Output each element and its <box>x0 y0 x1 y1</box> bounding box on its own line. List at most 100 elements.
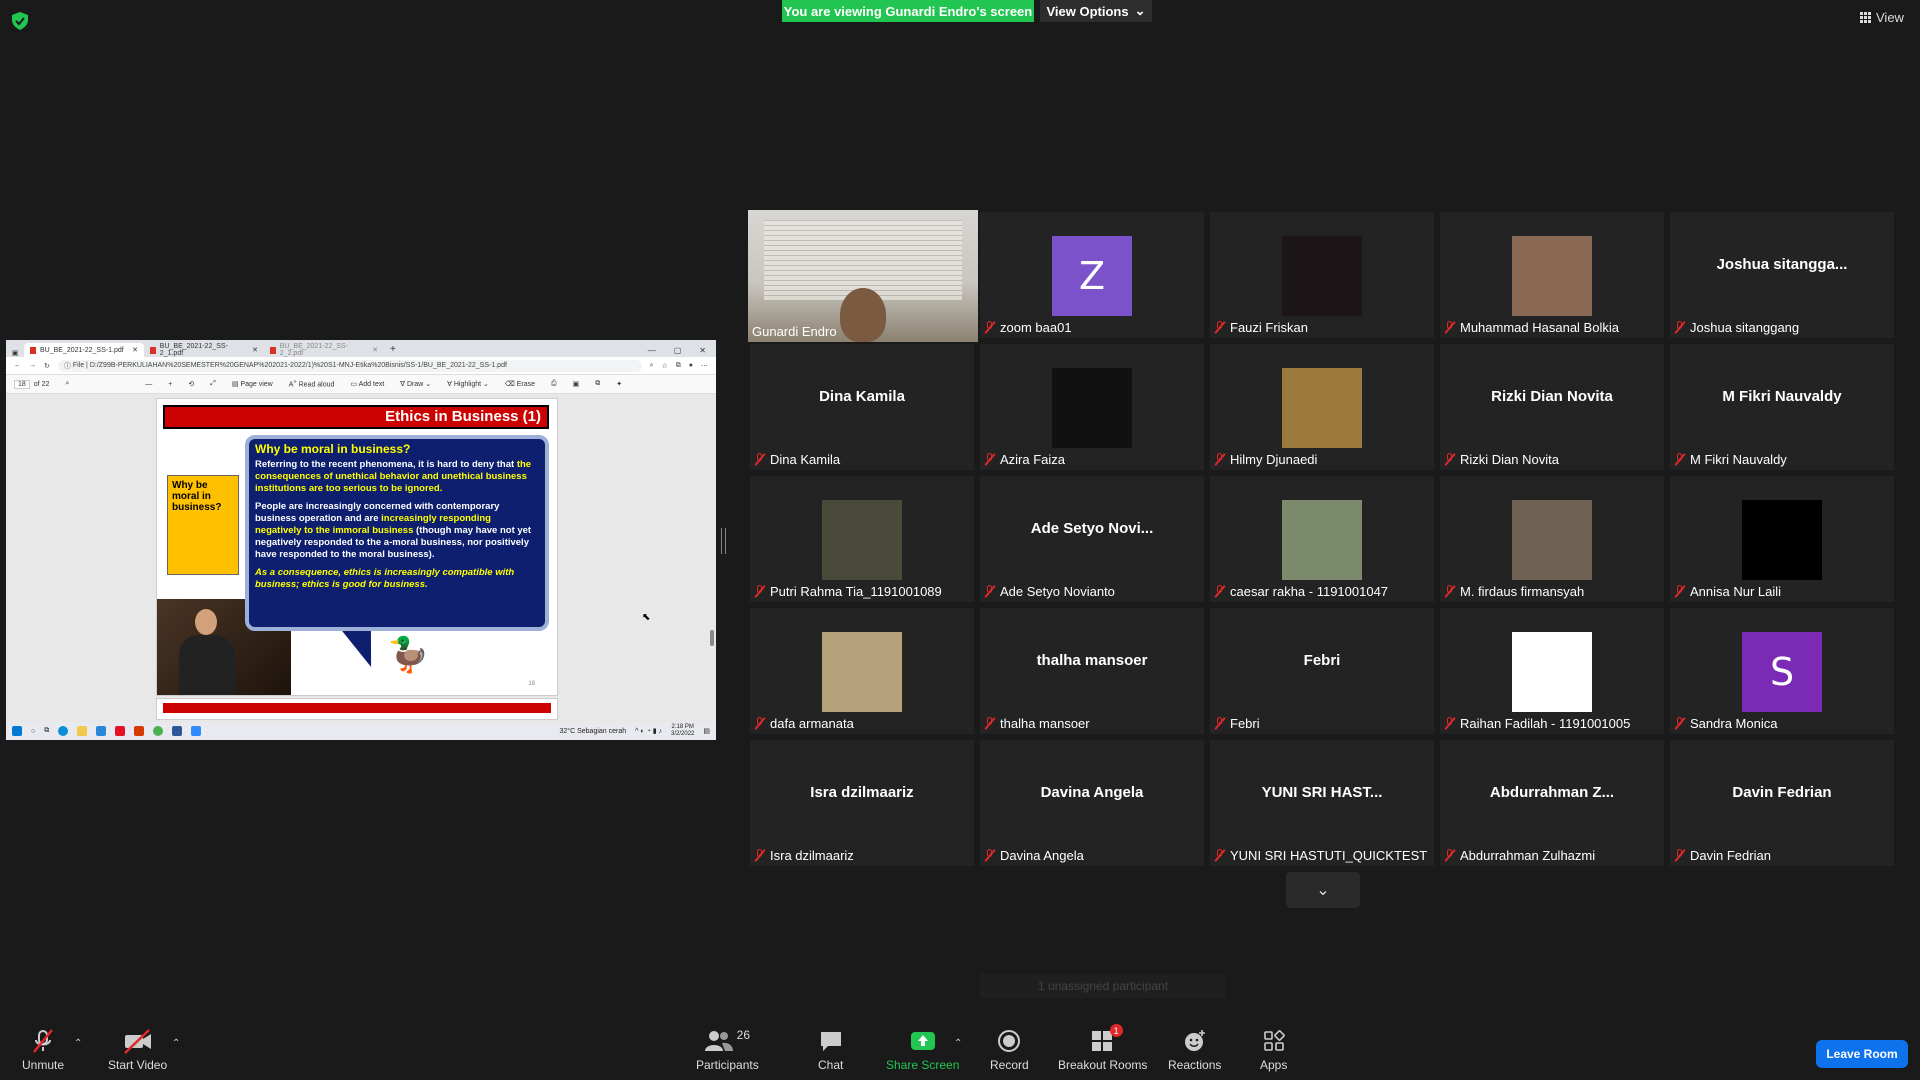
record-button[interactable]: Record <box>990 1028 1029 1072</box>
notifications-icon[interactable]: ▤ <box>703 727 710 735</box>
participant-tile[interactable]: Zzoom baa01 <box>980 212 1204 338</box>
start-video-button[interactable]: Start Video <box>108 1028 167 1072</box>
participant-tile[interactable]: Joshua sitangga... Joshua sitanggang <box>1670 212 1894 338</box>
participant-tile[interactable]: M. firdaus firmansyah <box>1440 476 1664 602</box>
page-view-button[interactable]: ▤ Page view <box>232 380 273 388</box>
store-icon[interactable] <box>115 726 126 736</box>
microphone-muted-icon <box>30 1028 56 1054</box>
browser-tab[interactable]: BU_BE_2021-22_SS-2_1.pdf ✕ <box>144 343 264 357</box>
browser-tab[interactable]: BU_BE_2021-22_SS-1.pdf ✕ <box>24 343 144 357</box>
pdf-scrollbar[interactable] <box>710 394 714 722</box>
close-icon[interactable]: ✕ <box>252 346 258 354</box>
participant-tile[interactable]: Dina Kamila Dina Kamila <box>750 344 974 470</box>
unmute-button[interactable]: Unmute <box>22 1028 64 1072</box>
read-aloud-button[interactable]: A» Read aloud <box>289 379 335 388</box>
participant-tile[interactable]: S Sandra Monica <box>1670 608 1894 734</box>
shared-screen[interactable]: ▣ BU_BE_2021-22_SS-1.pdf ✕ BU_BE_2021-22_… <box>6 340 716 740</box>
maximize-icon[interactable]: ▢ <box>674 346 682 355</box>
more-icon[interactable]: ⋯ <box>701 362 708 370</box>
breakout-rooms-button[interactable]: 1 Breakout Rooms <box>1058 1024 1147 1072</box>
zoom-out-icon[interactable]: — <box>145 381 152 388</box>
mail-icon[interactable] <box>96 726 107 736</box>
participant-tile[interactable]: Fauzi Friskan <box>1210 212 1434 338</box>
page-number-input[interactable]: 18 <box>14 379 30 389</box>
participant-tile[interactable]: Hilmy Djunaedi <box>1210 344 1434 470</box>
edge-icon[interactable] <box>58 726 69 736</box>
search-icon[interactable]: ○ <box>31 728 35 735</box>
draw-button[interactable]: ∇ Draw ⌄ <box>400 380 431 388</box>
tab-actions-icon[interactable]: ▣ <box>6 349 24 357</box>
reactions-button[interactable]: Reactions <box>1168 1028 1221 1072</box>
participant-tile[interactable]: Azira Faiza <box>980 344 1204 470</box>
minimize-icon[interactable]: — <box>648 346 656 355</box>
participant-tile[interactable]: Putri Rahma Tia_1191001089 <box>750 476 974 602</box>
chrome-icon[interactable] <box>153 726 164 736</box>
pdf-view-area[interactable]: Ethics in Business (1) Why be moral in b… <box>6 394 716 722</box>
participant-tile[interactable]: Davin Fedrian Davin Fedrian <box>1670 740 1894 866</box>
chat-button[interactable]: Chat <box>818 1028 843 1072</box>
video-options-caret-icon[interactable]: ⌃ <box>172 1038 180 1049</box>
view-options-button[interactable]: View Options ⌄ <box>1040 0 1152 22</box>
start-icon[interactable] <box>12 726 22 736</box>
profile-icon[interactable]: ● <box>689 362 693 369</box>
highlight-button[interactable]: ∀ Highlight ⌄ <box>447 380 489 388</box>
system-tray-icons[interactable]: ^ ◐ ◔ ▮ ♪ <box>635 727 662 735</box>
search-icon[interactable]: ⌕ <box>65 380 69 388</box>
close-window-icon[interactable]: ✕ <box>699 346 706 355</box>
office-icon[interactable] <box>134 726 145 736</box>
fit-page-icon[interactable]: ⤢ <box>210 380 216 388</box>
task-view-icon[interactable]: ⧉ <box>44 727 49 735</box>
back-icon[interactable]: ← <box>14 362 21 369</box>
grid-view-icon <box>1860 12 1871 23</box>
rotate-icon[interactable]: ⟲ <box>188 380 194 388</box>
participant-tile[interactable]: M Fikri Nauvaldy M Fikri Nauvaldy <box>1670 344 1894 470</box>
show-more-participants-button[interactable]: ⌄ <box>1286 872 1360 908</box>
participants-button[interactable]: 26 Participants <box>696 1028 759 1072</box>
participant-tile[interactable]: Isra dzilmaariz Isra dzilmaariz <box>750 740 974 866</box>
participant-tile[interactable]: Annisa Nur Laili <box>1670 476 1894 602</box>
participant-tile[interactable]: dafa armanata <box>750 608 974 734</box>
share-screen-button[interactable]: Share Screen <box>886 1028 959 1072</box>
browser-tab[interactable]: BU_BE_2021-22_SS-2_2.pdf ✕ <box>264 343 384 357</box>
close-icon[interactable]: ✕ <box>372 346 378 354</box>
weather-widget[interactable]: 32°C Sebagian cerah <box>560 728 627 735</box>
taskbar-clock[interactable]: 2:18 PM 3/2/2022 <box>671 724 694 738</box>
participant-tile[interactable]: Muhammad Hasanal Bolkia <box>1440 212 1664 338</box>
participant-tile[interactable]: caesar rakha - 1191001047 <box>1210 476 1434 602</box>
participant-tile[interactable]: Ade Setyo Novi... Ade Setyo Novianto <box>980 476 1204 602</box>
participant-tile[interactable]: YUNI SRI HAST... YUNI SRI HASTUTI_QUICKTE… <box>1210 740 1434 866</box>
forward-icon[interactable]: → <box>29 362 36 369</box>
zoom-app-icon[interactable] <box>191 726 202 736</box>
print-icon[interactable]: ⎙ <box>551 380 557 388</box>
view-button[interactable]: View <box>1860 10 1904 25</box>
favorite-icon[interactable]: ☆ <box>661 362 667 370</box>
erase-button[interactable]: ⌫ Erase <box>505 380 535 388</box>
participant-tile[interactable]: Rizki Dian Novita Rizki Dian Novita <box>1440 344 1664 470</box>
participant-tile[interactable]: Gunardi Endro <box>748 210 978 342</box>
save-as-icon[interactable]: ⧉ <box>595 380 600 388</box>
leave-room-button[interactable]: Leave Room <box>1816 1040 1908 1068</box>
close-icon[interactable]: ✕ <box>132 346 138 354</box>
participant-tile[interactable]: thalha mansoer thalha mansoer <box>980 608 1204 734</box>
save-icon[interactable]: ▣ <box>573 380 580 388</box>
audio-options-caret-icon[interactable]: ⌃ <box>74 1038 82 1049</box>
file-explorer-icon[interactable] <box>77 726 88 736</box>
pin-icon[interactable]: ✦ <box>616 380 622 388</box>
collections-icon[interactable]: ⧉ <box>676 362 681 370</box>
participant-name-label: M. firdaus firmansyah <box>1444 584 1584 599</box>
participant-tile[interactable]: Davina Angela Davina Angela <box>980 740 1204 866</box>
refresh-icon[interactable]: ↻ <box>44 362 50 370</box>
zoom-in-icon[interactable]: + <box>168 381 172 388</box>
apps-button[interactable]: Apps <box>1260 1028 1287 1072</box>
new-tab-icon[interactable]: + <box>384 344 402 357</box>
participant-tile[interactable]: Febri Febri <box>1210 608 1434 734</box>
participant-tile[interactable]: Abdurrahman Z... Abdurrahman Zulhazmi <box>1440 740 1664 866</box>
share-options-caret-icon[interactable]: ⌃ <box>954 1038 962 1049</box>
participant-tile[interactable]: Raihan Fadilah - 1191001005 <box>1440 608 1664 734</box>
split-view-handle[interactable] <box>721 528 726 554</box>
zoom-icon[interactable]: ⌕ <box>650 362 654 370</box>
url-field[interactable]: ⓘ File | D:/Z99B-PERKULIAHAN%20SEMESTER%… <box>57 359 642 372</box>
security-shield-icon[interactable] <box>12 12 28 30</box>
word-icon[interactable] <box>172 726 183 736</box>
add-text-button[interactable]: ▭ Add text <box>350 380 384 388</box>
